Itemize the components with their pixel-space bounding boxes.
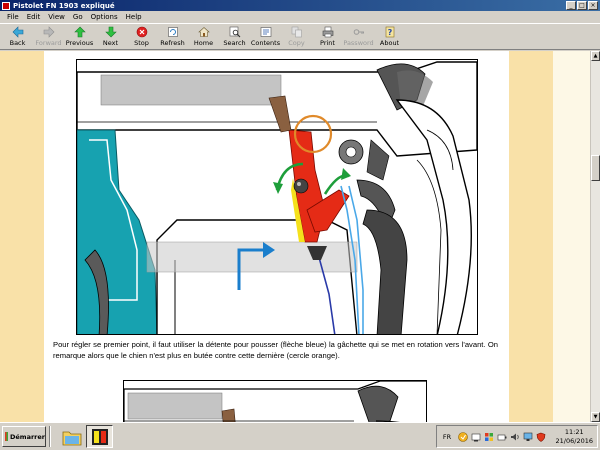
document-page: Pour régler se premier point, il faut ut… bbox=[44, 51, 509, 422]
home-icon bbox=[197, 26, 210, 38]
back-arrow-icon bbox=[12, 26, 24, 38]
back-button[interactable]: Back bbox=[2, 24, 33, 49]
vertical-scrollbar[interactable]: ▲ ▼ bbox=[590, 51, 600, 422]
app-icon bbox=[2, 1, 10, 10]
taskbar-separator bbox=[49, 426, 51, 447]
contents-button[interactable]: Contents bbox=[250, 24, 281, 49]
book-icon bbox=[91, 428, 108, 445]
minimize-button[interactable]: _ bbox=[566, 1, 576, 10]
volume-icon[interactable] bbox=[510, 432, 520, 442]
close-button[interactable]: × bbox=[588, 1, 598, 10]
toolbar: Back Forward Previous Next Stop Refresh … bbox=[0, 23, 600, 50]
window-title: Pistolet FN 1903 expliqué bbox=[13, 1, 115, 10]
search-icon bbox=[229, 26, 241, 38]
copy-icon bbox=[291, 26, 303, 38]
forward-arrow-icon bbox=[43, 26, 55, 38]
key-icon bbox=[353, 26, 365, 38]
home-button[interactable]: Home bbox=[188, 24, 219, 49]
language-indicator[interactable]: FR bbox=[436, 433, 458, 441]
content-area: Pour régler se premier point, il faut ut… bbox=[0, 51, 600, 422]
mechanism-illustration bbox=[76, 59, 478, 335]
contents-icon bbox=[260, 26, 272, 38]
stop-icon bbox=[136, 26, 148, 38]
copy-button[interactable]: Copy bbox=[281, 24, 312, 49]
right-gutter bbox=[553, 51, 590, 422]
maximize-button[interactable]: □ bbox=[577, 1, 587, 10]
refresh-button[interactable]: Refresh bbox=[157, 24, 188, 49]
taskbar: Démarrer FR 11:21 21/06/2016 bbox=[0, 422, 600, 450]
start-button[interactable]: Démarrer bbox=[2, 426, 46, 447]
left-margin-band bbox=[0, 51, 44, 422]
clock[interactable]: 11:21 21/06/2016 bbox=[556, 428, 593, 446]
window-controls: _ □ × bbox=[566, 1, 598, 10]
up-arrow-icon bbox=[73, 26, 86, 38]
taskbar-explorer-button[interactable] bbox=[58, 425, 85, 448]
print-icon bbox=[322, 26, 334, 38]
clock-time: 11:21 bbox=[564, 428, 584, 436]
menu-bar: File Edit View Go Options Help bbox=[0, 11, 600, 23]
print-button[interactable]: Print bbox=[312, 24, 343, 49]
menu-options[interactable]: Options bbox=[87, 13, 122, 21]
taskbar-help-app-button[interactable] bbox=[86, 425, 113, 448]
menu-go[interactable]: Go bbox=[69, 13, 87, 21]
clock-date: 21/06/2016 bbox=[555, 437, 593, 445]
forward-button[interactable]: Forward bbox=[33, 24, 64, 49]
windows-icon[interactable] bbox=[484, 432, 494, 442]
title-bar: Pistolet FN 1903 expliqué _ □ × bbox=[0, 0, 600, 11]
password-button[interactable]: Password bbox=[343, 24, 374, 49]
search-button[interactable]: Search bbox=[219, 24, 250, 49]
about-button[interactable]: ? About bbox=[374, 24, 405, 49]
menu-view[interactable]: View bbox=[44, 13, 69, 21]
network-icon[interactable] bbox=[471, 432, 481, 442]
next-illustration bbox=[123, 380, 427, 422]
refresh-icon bbox=[167, 26, 179, 38]
help-icon: ? bbox=[384, 26, 396, 38]
right-margin-band bbox=[509, 51, 553, 422]
svg-text:?: ? bbox=[387, 28, 392, 37]
windows-logo-icon bbox=[5, 432, 8, 441]
menu-file[interactable]: File bbox=[3, 13, 23, 21]
system-tray: FR 11:21 21/06/2016 bbox=[436, 425, 598, 448]
stop-button[interactable]: Stop bbox=[126, 24, 157, 49]
figure-caption: Pour régler se premier point, il faut ut… bbox=[53, 340, 498, 360]
next-button[interactable]: Next bbox=[95, 24, 126, 49]
previous-button[interactable]: Previous bbox=[64, 24, 95, 49]
power-icon[interactable] bbox=[497, 432, 507, 442]
scroll-down-button[interactable]: ▼ bbox=[591, 412, 600, 422]
menu-help[interactable]: Help bbox=[122, 13, 146, 21]
scroll-up-button[interactable]: ▲ bbox=[591, 51, 600, 61]
folder-icon bbox=[62, 431, 81, 445]
down-arrow-icon bbox=[104, 26, 117, 38]
security-icon[interactable] bbox=[536, 432, 546, 442]
menu-edit[interactable]: Edit bbox=[23, 13, 45, 21]
notification-icon[interactable] bbox=[458, 431, 468, 442]
scroll-thumb[interactable] bbox=[591, 155, 600, 181]
display-icon[interactable] bbox=[523, 432, 533, 442]
